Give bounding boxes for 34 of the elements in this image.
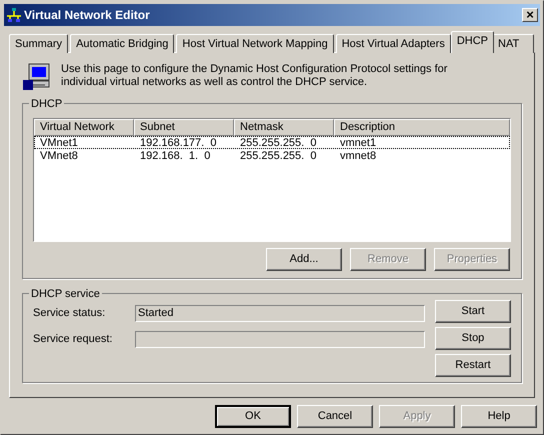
button[interactable]: Cancel [297, 405, 373, 428]
table-cell-text: VMnet8 [39, 150, 79, 161]
column-header[interactable]: Virtual Network [34, 119, 134, 136]
table-row[interactable]: VMnet8 192.168. 1. 0 255.255.255. 0 vmnet8 [34, 149, 510, 162]
table-cell-text: 255.255.255. 0 [239, 150, 318, 161]
button[interactable]: OK [215, 405, 291, 428]
button[interactable]: Add... [266, 248, 342, 271]
window-title: Virtual Network Editor [24, 7, 151, 24]
table-cell-text: vmnet8 [339, 150, 378, 161]
network-icon [6, 7, 22, 23]
column-header[interactable]: Description [334, 119, 510, 136]
button[interactable]: Start [435, 300, 511, 323]
tab[interactable]: NAT [492, 34, 534, 53]
read-only-field: Started [135, 305, 425, 322]
column-header[interactable]: Netmask [234, 119, 334, 136]
table-row[interactable]: VMnet1 192.168.177. 0 255.255.255. 0 vmnet1 [34, 136, 510, 149]
table-cell-text: 255.255.255. 0 [239, 137, 318, 148]
tab[interactable]: Automatic Bridging [70, 34, 174, 53]
button[interactable]: Restart [435, 354, 511, 377]
tab[interactable]: Host Virtual Network Mapping [176, 34, 334, 53]
table-cell-text: 192.168. 1. 0 [139, 150, 212, 161]
table-cell-text: vmnet1 [339, 137, 378, 148]
field-label: Service status: [33, 306, 106, 322]
field-label: Service request: [33, 332, 114, 348]
column-header[interactable]: Subnet [134, 119, 234, 136]
button[interactable]: Help [461, 405, 537, 428]
close-button[interactable]: × [522, 8, 538, 22]
tab[interactable]: DHCP [450, 31, 494, 53]
button[interactable]: Stop [435, 327, 511, 350]
intro-text: Use this page to configure the Dynamic Host Configuration Protocol settings for individual virtual networks as well as control the DHCP service. [61, 63, 448, 89]
tab[interactable]: Host Virtual Adapters [336, 34, 451, 53]
tab[interactable]: Summary [9, 34, 68, 53]
table-cell-text: 192.168.177. 0 [139, 137, 218, 148]
table-cell-text: VMnet1 [39, 137, 79, 148]
